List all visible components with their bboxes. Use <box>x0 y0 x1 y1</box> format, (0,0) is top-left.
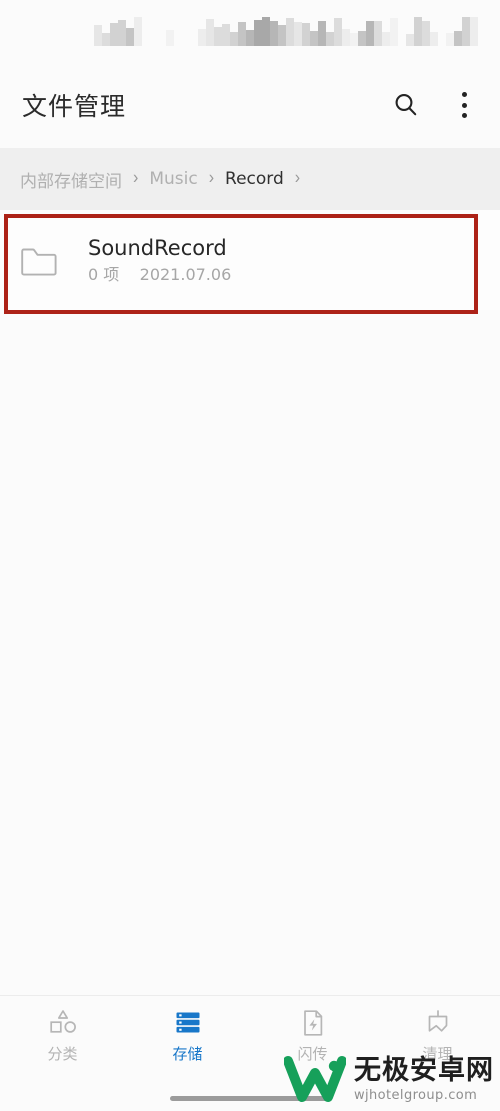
nav-item-label: 闪传 <box>297 1045 328 1063</box>
status-bar-mosaic-censor <box>78 16 478 46</box>
nav-icon-wrap <box>48 1008 78 1038</box>
nav-item-2[interactable]: 闪传 <box>250 1008 375 1062</box>
overflow-menu-button[interactable] <box>446 87 482 123</box>
nav-item-3[interactable]: 清理 <box>375 1008 500 1062</box>
home-indicator[interactable] <box>170 1095 330 1101</box>
file-item-count: 0 项 <box>88 264 120 284</box>
title-actions <box>388 87 482 123</box>
home-indicator-wrap <box>0 1085 500 1111</box>
breadcrumb-item-0[interactable]: 内部存储空间 <box>20 167 122 192</box>
breadcrumb-item-1[interactable]: Music <box>149 169 197 189</box>
file-list: SoundRecord 0 项 2021.07.06 <box>0 210 500 995</box>
breadcrumb-item-2[interactable]: Record <box>225 169 284 189</box>
bottom-navigation: 分类 存储 闪传 清理 <box>0 995 500 1085</box>
title-bar: 文件管理 <box>0 62 500 148</box>
nav-item-label: 清理 <box>422 1045 453 1063</box>
breadcrumb-separator-icon: › <box>294 168 301 189</box>
broom-icon <box>428 1010 447 1032</box>
breadcrumb-separator-icon: › <box>133 168 139 189</box>
nav-item-0[interactable]: 分类 <box>0 1008 125 1062</box>
shapes-icon <box>49 1010 76 1033</box>
page-title: 文件管理 <box>22 92 127 121</box>
file-meta: SoundRecord 0 项 2021.07.06 <box>88 235 232 284</box>
nav-item-1[interactable]: 存储 <box>125 1008 250 1062</box>
breadcrumb-separator-icon: › <box>208 168 215 189</box>
nav-item-label: 存储 <box>172 1045 203 1063</box>
search-icon <box>395 94 417 116</box>
more-vertical-icon <box>461 92 467 118</box>
nav-icon-wrap <box>298 1008 328 1038</box>
search-button[interactable] <box>388 87 424 123</box>
breadcrumb: 内部存储空间 › Music › Record › <box>0 148 500 210</box>
folder-icon <box>21 248 57 276</box>
file-manager-app: 文件管理 内部存储空间 › Music › Record › SoundReco… <box>0 0 500 1111</box>
file-name: SoundRecord <box>88 235 227 260</box>
nav-icon-wrap <box>173 1008 203 1038</box>
status-bar <box>0 0 500 62</box>
storage-stack-icon <box>176 1012 199 1033</box>
nav-item-label: 分类 <box>47 1045 78 1063</box>
file-bolt-icon <box>303 1010 322 1036</box>
nav-icon-wrap <box>423 1008 453 1038</box>
file-icon-wrap <box>20 244 70 276</box>
file-date: 2021.07.06 <box>139 264 232 284</box>
file-subtitle: 0 项 2021.07.06 <box>88 264 232 284</box>
list-item[interactable]: SoundRecord 0 项 2021.07.06 <box>0 210 500 310</box>
